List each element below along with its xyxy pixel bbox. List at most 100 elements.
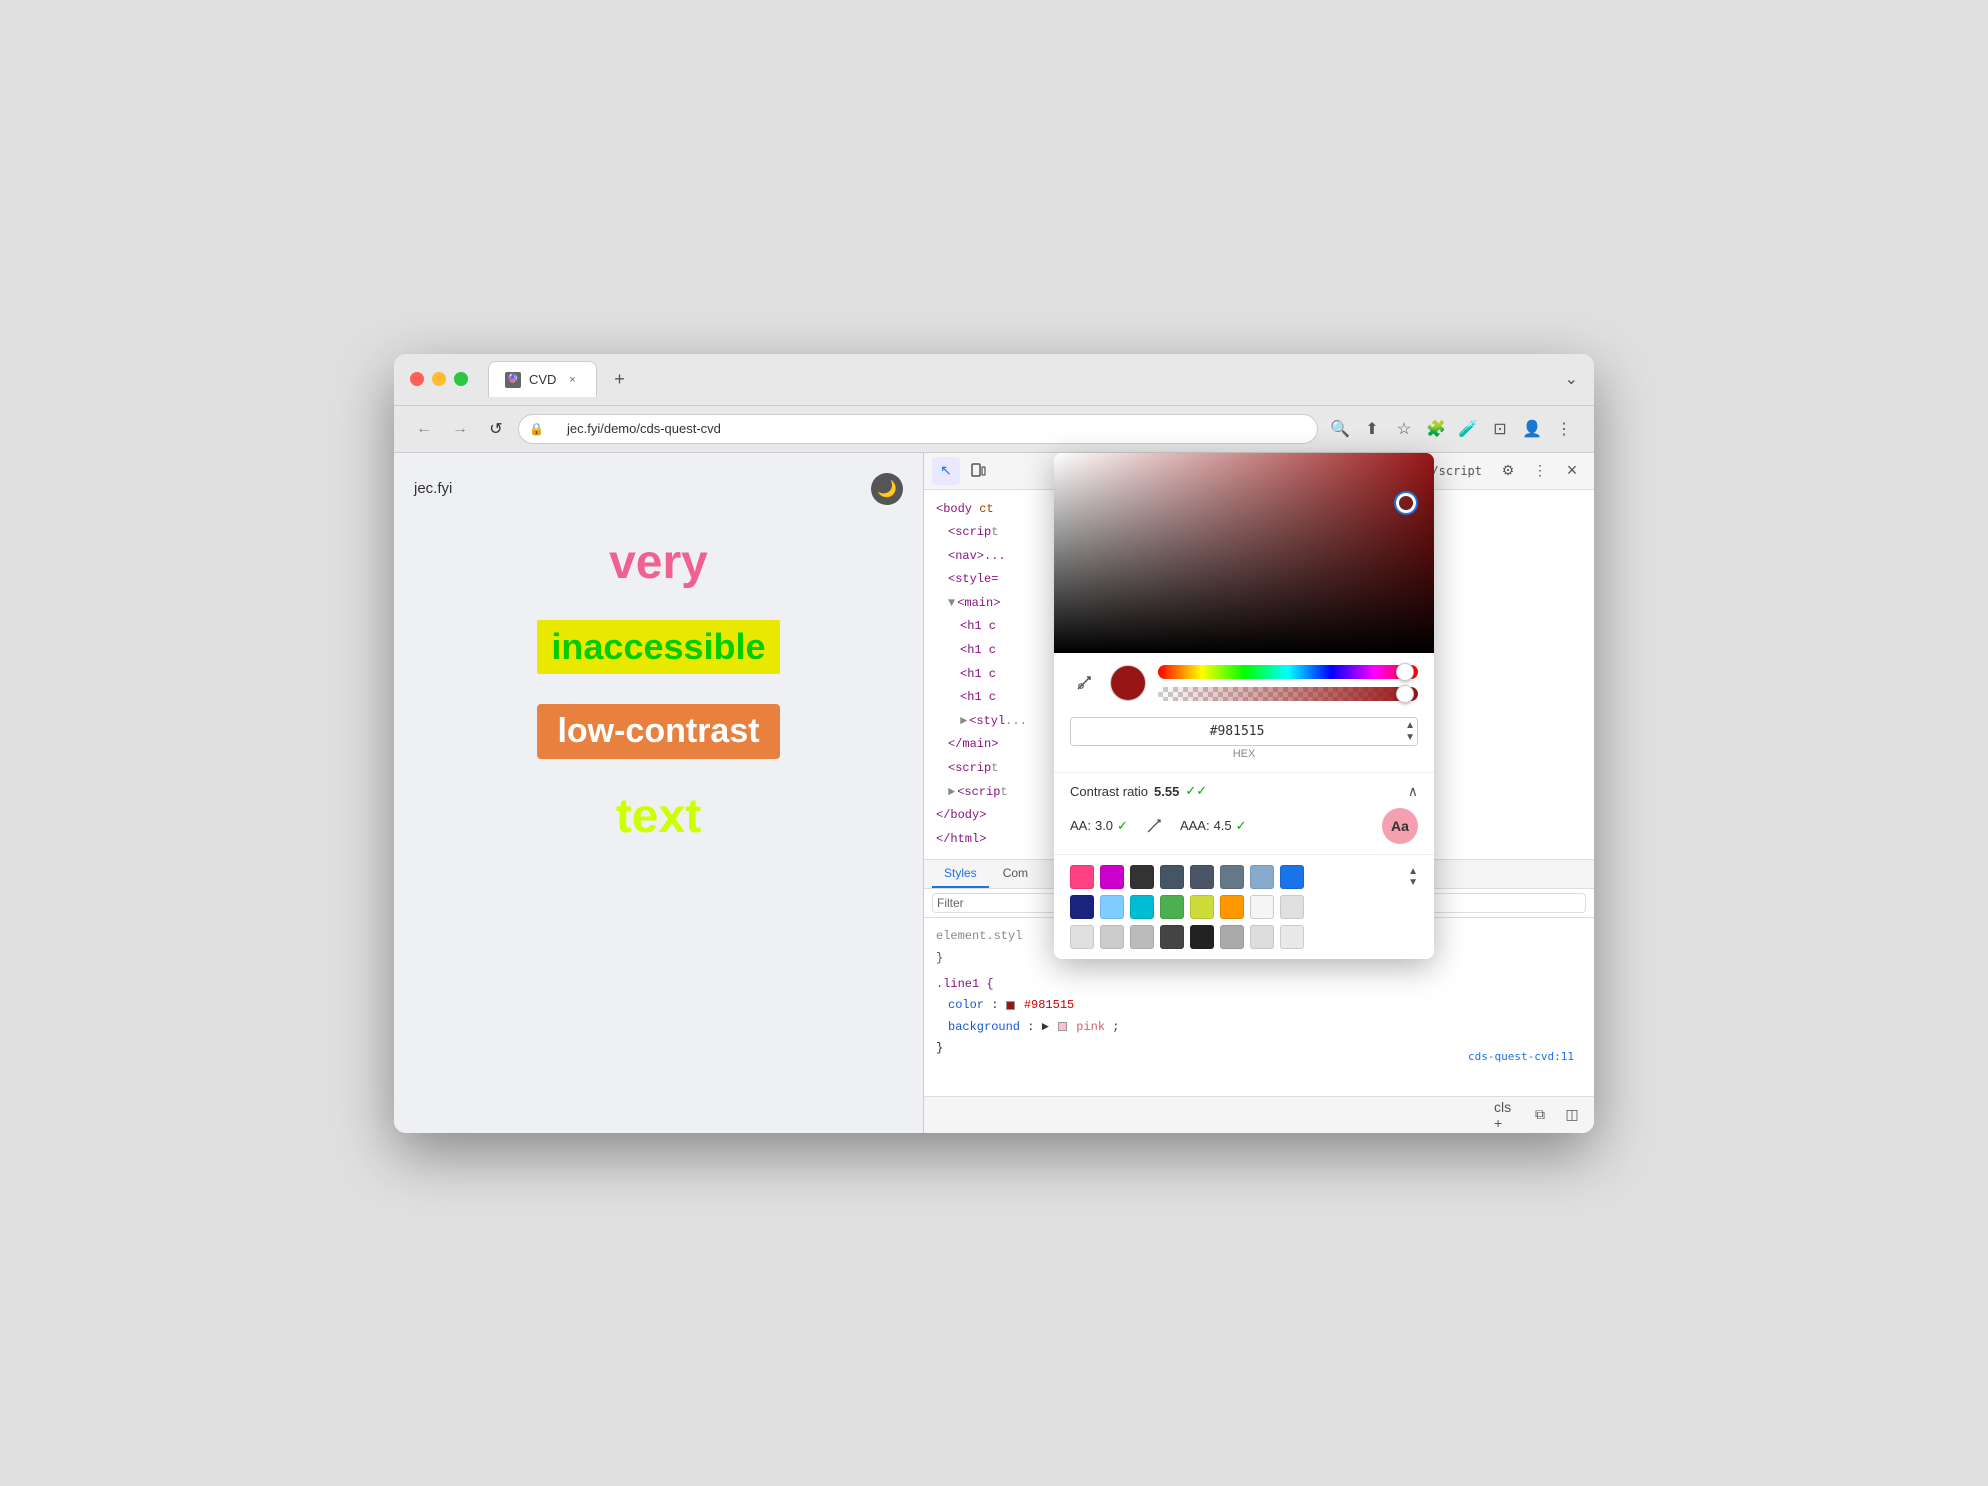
palette-swatch[interactable] — [1250, 865, 1274, 889]
toolbar-icons: 🔍 ⬆ ☆ 🧩 🧪 ⊡ 👤 ⋮ — [1326, 415, 1578, 443]
hex-arrows[interactable]: ▲ ▼ — [1403, 718, 1417, 745]
address-input[interactable]: 🔒 jec.fyi/demo/cds-quest-cvd — [518, 414, 1318, 444]
new-tab-button[interactable]: + — [605, 365, 633, 393]
palette-swatch[interactable] — [1220, 925, 1244, 949]
palette-swatch[interactable] — [1190, 925, 1214, 949]
palette-swatch[interactable] — [1100, 895, 1124, 919]
color-cursor[interactable] — [1396, 493, 1416, 513]
layout-icon-btn[interactable]: ⊡ — [1486, 415, 1514, 443]
palette-swatch[interactable] — [1280, 865, 1304, 889]
more-options-button[interactable]: ⋮ — [1526, 457, 1554, 485]
sliders-row — [1054, 653, 1434, 713]
devtools-bottom-bar: cls + ⧉ ◫ — [924, 1096, 1594, 1133]
palette-swatch[interactable] — [1220, 895, 1244, 919]
minimize-button[interactable] — [432, 372, 446, 386]
palette-swatch[interactable] — [1160, 895, 1184, 919]
active-tab[interactable]: 🔮 CVD × — [488, 361, 597, 397]
page-header: jec.fyi 🌙 — [414, 473, 903, 505]
contrast-preview-button[interactable]: Aa — [1382, 808, 1418, 844]
device-emulation-button[interactable] — [964, 457, 992, 485]
add-style-button[interactable]: cls + — [1494, 1101, 1522, 1129]
color-swatch-inline[interactable] — [1006, 1001, 1015, 1010]
palette-swatch[interactable] — [1070, 925, 1094, 949]
menu-icon-btn[interactable]: ⋮ — [1550, 415, 1578, 443]
demo-items: very inaccessible low-contrast text — [414, 535, 903, 844]
palette-row-3 — [1070, 925, 1418, 949]
palette-swatch[interactable] — [1190, 865, 1214, 889]
search-icon-btn[interactable]: 🔍 — [1326, 415, 1354, 443]
palette-swatch[interactable] — [1130, 865, 1154, 889]
palette-swatch[interactable] — [1250, 895, 1274, 919]
palette-swatch[interactable] — [1250, 925, 1274, 949]
palette-swatch[interactable] — [1130, 895, 1154, 919]
aa-check: ✓ — [1117, 818, 1128, 834]
copy-element-button[interactable]: ⧉ — [1526, 1101, 1554, 1129]
contrast-aa: AA: 3.0 ✓ — [1070, 818, 1128, 834]
palette-swatch[interactable] — [1220, 865, 1244, 889]
tab-title: CVD — [529, 372, 556, 387]
filter-label: Filter — [937, 896, 964, 910]
tab-computed[interactable]: Com — [991, 860, 1040, 888]
layout-view-button[interactable]: ◫ — [1558, 1101, 1586, 1129]
background-swatch-inline[interactable] — [1058, 1022, 1067, 1031]
flask-icon-btn[interactable]: 🧪 — [1454, 415, 1482, 443]
settings-button[interactable]: ⚙ — [1494, 457, 1522, 485]
palette-swatch[interactable] — [1070, 865, 1094, 889]
palette-swatch[interactable] — [1190, 895, 1214, 919]
palette-row-1: ▲ ▼ — [1070, 865, 1418, 889]
color-gradient[interactable] — [1054, 453, 1434, 653]
word-inaccessible: inaccessible — [537, 620, 779, 674]
lock-icon: 🔒 — [529, 422, 544, 436]
hue-slider[interactable] — [1158, 665, 1418, 679]
reload-button[interactable]: ↺ — [482, 415, 510, 443]
dark-mode-button[interactable]: 🌙 — [871, 473, 903, 505]
extension-icon-btn[interactable]: 🧩 — [1422, 415, 1450, 443]
back-button[interactable]: ← — [410, 415, 438, 443]
style-rule-line1: .line1 { color : #981515 background : — [936, 974, 1582, 1060]
alpha-slider[interactable] — [1158, 687, 1418, 701]
palette-swatch[interactable] — [1100, 925, 1124, 949]
aa-value: 3.0 — [1095, 818, 1113, 833]
hex-label: HEX — [1233, 748, 1256, 760]
hex-input[interactable] — [1071, 718, 1403, 745]
palette-section: ▲ ▼ — [1054, 854, 1434, 959]
contrast-title: Contrast ratio 5.55 ✓✓ — [1070, 783, 1207, 799]
contrast-value: 5.55 — [1154, 784, 1179, 799]
palette-swatch[interactable] — [1160, 865, 1184, 889]
contrast-header[interactable]: Contrast ratio 5.55 ✓✓ ∧ — [1070, 783, 1418, 800]
aaa-check: ✓ — [1236, 818, 1247, 834]
element-picker-button[interactable]: ↖ — [932, 457, 960, 485]
contrast-aaa: AAA: 4.5 ✓ — [1180, 818, 1247, 834]
palette-swatch[interactable] — [1100, 865, 1124, 889]
tab-styles[interactable]: Styles — [932, 860, 989, 888]
hex-input-row: ▲ ▼ HEX — [1054, 713, 1434, 772]
close-devtools-button[interactable]: × — [1558, 457, 1586, 485]
eyedropper-button[interactable] — [1070, 669, 1098, 697]
url-text: jec.fyi/demo/cds-quest-cvd — [567, 421, 721, 436]
color-swatch[interactable] — [1110, 665, 1146, 701]
source-reference: cds-quest-cvd:11 — [1468, 1050, 1574, 1063]
alpha-thumb — [1396, 685, 1414, 703]
color-picker: ▲ ▼ HEX Contrast ratio 5.55 ✓✓ ∧ — [1054, 453, 1434, 959]
palette-swatch[interactable] — [1280, 925, 1304, 949]
tab-menu-button[interactable]: ⌄ — [1565, 369, 1578, 389]
palette-swatch[interactable] — [1070, 895, 1094, 919]
mac-window: 🔮 CVD × + ⌄ ← → ↺ 🔒 jec.fyi/demo/cds-que… — [394, 354, 1594, 1133]
profile-icon-btn[interactable]: 👤 — [1518, 415, 1546, 443]
palette-swatch[interactable] — [1280, 895, 1304, 919]
browser-content: jec.fyi 🌙 very inaccessible low-contrast… — [394, 453, 1594, 1133]
tab-close-button[interactable]: × — [564, 372, 580, 388]
page-content: jec.fyi 🌙 very inaccessible low-contrast… — [394, 453, 924, 1133]
close-button[interactable] — [410, 372, 424, 386]
palette-swatch[interactable] — [1160, 925, 1184, 949]
palette-nav-arrows[interactable]: ▲ ▼ — [1408, 866, 1418, 888]
forward-button[interactable]: → — [446, 415, 474, 443]
share-icon-btn[interactable]: ⬆ — [1358, 415, 1386, 443]
palette-swatch[interactable] — [1130, 925, 1154, 949]
chevron-up-icon[interactable]: ∧ — [1408, 783, 1418, 800]
star-icon-btn[interactable]: ☆ — [1390, 415, 1418, 443]
eyedropper-contrast-button[interactable] — [1140, 812, 1168, 840]
contrast-section: Contrast ratio 5.55 ✓✓ ∧ AA: 3.0 ✓ — [1054, 772, 1434, 854]
sliders-stack — [1158, 665, 1418, 701]
maximize-button[interactable] — [454, 372, 468, 386]
